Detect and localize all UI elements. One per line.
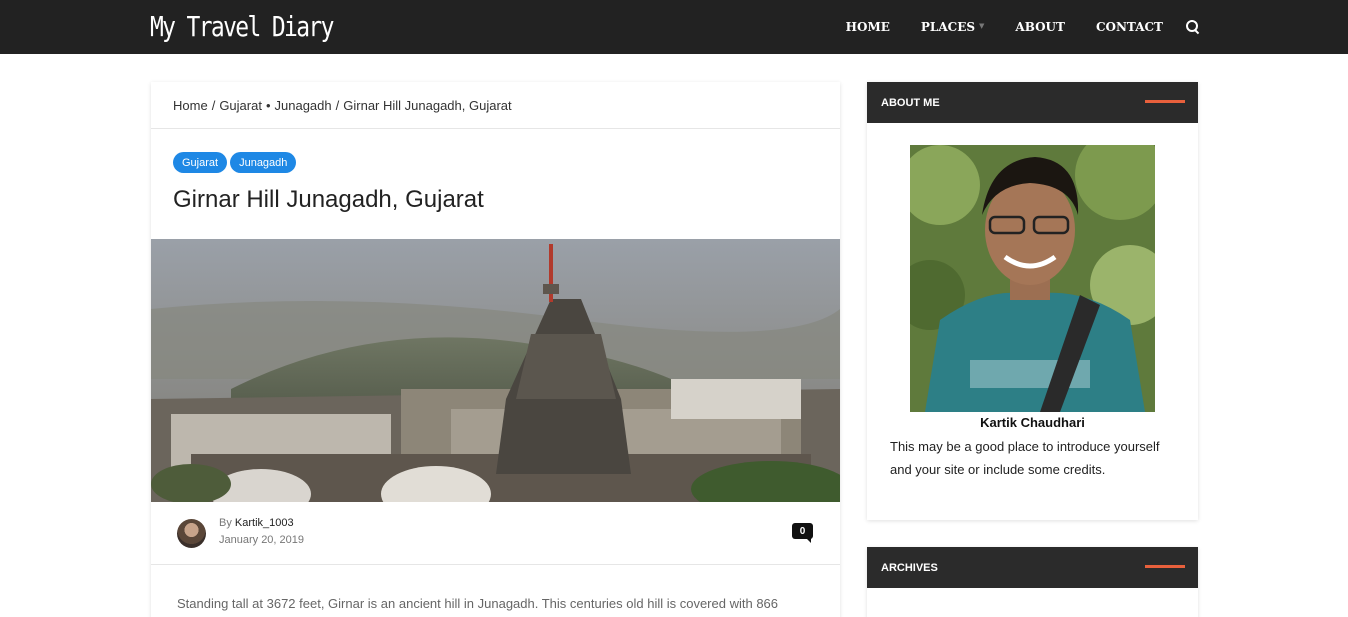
widget-header: ARCHIVES (867, 547, 1198, 588)
profile-name: Kartik Chaudhari (980, 415, 1085, 430)
comment-bubble-icon[interactable]: 0 (792, 523, 813, 543)
site-logo[interactable]: My Travel Diary (150, 0, 334, 54)
nav-about-label: ABOUT (1015, 20, 1065, 34)
nav-home-label: HOME (845, 20, 890, 34)
widget-header: ABOUT ME (867, 82, 1198, 123)
chevron-down-icon: ▼ (979, 20, 985, 30)
post-featured-image[interactable] (151, 239, 840, 502)
nav-places-label: PLACES (920, 20, 976, 34)
breadcrumb: Home / Gujarat • Junagadh / Girnar Hill … (151, 82, 840, 129)
top-navbar: My Travel Diary HOME PLACES ▼ ABOUT CONTA… (0, 0, 1348, 54)
widget-accent-bar (1145, 565, 1185, 568)
post-labels: Gujarat Junagadh (173, 152, 299, 173)
label-junagadh[interactable]: Junagadh (230, 152, 297, 173)
nav-about[interactable]: ABOUT (1015, 20, 1065, 34)
temple-photo (151, 239, 840, 502)
post-date: January 20, 2019 (219, 534, 305, 546)
widget-title: ABOUT ME (881, 96, 940, 109)
breadcrumb-home[interactable]: Home (173, 98, 208, 113)
nav-home[interactable]: HOME (846, 20, 890, 34)
profile-photo (910, 145, 1155, 412)
breadcrumb-current: Girnar Hill Junagadh, Gujarat (343, 97, 512, 113)
breadcrumb-gujarat[interactable]: Gujarat (219, 98, 262, 113)
comment-count: 0 (799, 525, 806, 537)
widget-accent-bar (1145, 100, 1185, 103)
byline: By Kartik_1003 (219, 517, 294, 529)
nav-contact[interactable]: CONTACT (1096, 20, 1163, 34)
breadcrumb-dot: • (265, 97, 271, 113)
author-link[interactable]: Kartik_1003 (235, 517, 294, 529)
archives-widget: ARCHIVES (867, 547, 1198, 617)
breadcrumb-separator: / (211, 97, 216, 113)
breadcrumb-junagadh[interactable]: Junagadh (275, 98, 332, 113)
nav-places[interactable]: PLACES ▼ (921, 20, 985, 34)
author-avatar[interactable] (177, 519, 206, 548)
widget-title: ARCHIVES (881, 561, 938, 574)
profile-picture (910, 145, 1155, 412)
about-me-widget: ABOUT ME Kartik Chaudhari This may be a … (867, 82, 1198, 520)
post-meta: By Kartik_1003 January 20, 2019 0 (151, 502, 840, 565)
post-title: Girnar Hill Junagadh, Gujarat (173, 186, 484, 213)
label-gujarat[interactable]: Gujarat (173, 152, 228, 173)
post-excerpt: Standing tall at 3672 feet, Girnar is an… (177, 596, 779, 611)
main-nav: HOME PLACES ▼ ABOUT CONTACT (815, 0, 1200, 54)
breadcrumb-separator: / (335, 97, 340, 113)
by-prefix: By (219, 517, 232, 529)
profile-bio: This may be a good place to introduce yo… (890, 439, 1160, 477)
nav-contact-label: CONTACT (1095, 20, 1163, 34)
search-icon[interactable] (1186, 20, 1200, 34)
post-card: Home / Gujarat • Junagadh / Girnar Hill … (151, 82, 840, 617)
